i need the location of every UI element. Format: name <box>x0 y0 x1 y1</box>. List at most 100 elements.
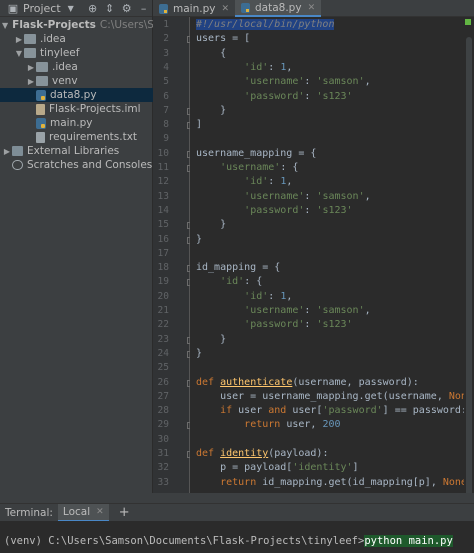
code-line: p = payload['identity'] <box>196 462 359 474</box>
line-number: 33 <box>157 476 169 488</box>
chevron-right-icon[interactable]: ▶ <box>2 147 12 156</box>
tree-item[interactable]: ▼ Flask-Projects C:\Users\Samson <box>0 18 189 32</box>
close-icon[interactable]: ✕ <box>308 3 316 13</box>
code-line: user = username_mapping.get(username, No… <box>196 390 474 402</box>
terminal-prompt: (venv) C:\Users\Samson\Documents\Flask-P… <box>4 535 365 547</box>
line-number-gutter: 1 2 3 4 5 6 7 8 9 10 11 12 13 14 15 16 17 18 19 20 21 22 23 24 2… <box>153 17 194 493</box>
line-number: 10 <box>157 147 169 159</box>
project-view-selector[interactable]: Project <box>23 2 61 15</box>
line-number: 14 <box>157 204 169 216</box>
tab-data8-py[interactable]: data8.py ✕ <box>235 0 322 17</box>
new-terminal-button[interactable]: + <box>119 505 130 520</box>
code-line: def authenticate(username, password): <box>196 376 419 388</box>
line-number: 12 <box>157 176 169 188</box>
tree-item-label: Flask-Projects.iml <box>49 103 141 115</box>
line-number: 25 <box>157 362 169 374</box>
code-line: ] <box>196 119 203 131</box>
tree-item-label: tinyleef <box>40 47 80 59</box>
dropdown-arrow-icon[interactable]: ▼ <box>64 1 78 15</box>
project-folder-icon: ▣ <box>7 1 19 15</box>
code-line: 'password': 's123' <box>244 90 353 102</box>
line-number: 11 <box>157 162 169 173</box>
folder-icon <box>36 76 48 86</box>
tab-label: data8.py <box>255 1 302 14</box>
line-number: 16 <box>157 233 169 245</box>
code-line: return user, 200 <box>244 419 341 431</box>
code-line: username_mapping = { <box>196 147 317 159</box>
tree-item-label: Scratches and Consoles <box>27 159 153 171</box>
chevron-down-icon[interactable]: ▼ <box>14 49 24 58</box>
chevron-down-icon[interactable]: ▼ <box>2 21 8 30</box>
code-line: 'username': { <box>220 162 299 173</box>
tree-item[interactable]: Flask-Projects.iml <box>0 102 153 116</box>
line-number: 15 <box>157 219 169 231</box>
tree-item[interactable]: ▶ .idea <box>0 32 153 46</box>
line-number: 32 <box>157 462 169 474</box>
library-icon <box>12 146 23 156</box>
inspection-ok-icon <box>465 19 471 25</box>
terminal-tab-local[interactable]: Local ✕ <box>57 503 109 522</box>
terminal-prompt-line: (venv) C:\Users\Samson\Documents\Flask-P… <box>4 535 453 547</box>
tree-item-label: data8.py <box>50 89 97 101</box>
terminal-header: Terminal: Local ✕ + <box>0 503 474 522</box>
python-file-icon <box>159 3 168 14</box>
tree-item-label: .idea <box>40 33 66 45</box>
locate-icon[interactable]: ⊕ <box>86 1 100 15</box>
line-number: 22 <box>157 319 169 331</box>
python-file-icon <box>36 117 46 129</box>
code-line: 'id': 1, <box>244 61 293 73</box>
code-line: def identity(payload): <box>196 448 329 459</box>
folder-icon <box>24 48 36 58</box>
terminal-output[interactable]: (venv) C:\Users\Samson\Documents\Flask-P… <box>0 521 474 553</box>
code-line: users = [ <box>196 33 251 45</box>
line-number: 6 <box>163 90 169 102</box>
line-number: 9 <box>163 133 169 145</box>
project-tool-window: ▣ Project ▼ ⊕ ⇕ ⚙ – ▼ Flask-Projects C:\Us… <box>0 0 189 493</box>
line-number: 21 <box>157 305 169 316</box>
close-icon[interactable]: ✕ <box>221 4 229 14</box>
line-number: 29 <box>157 419 169 431</box>
tree-item[interactable]: main.py <box>0 116 153 130</box>
module-file-icon <box>36 103 45 115</box>
scroll-thumb[interactable] <box>466 37 472 497</box>
tree-item[interactable]: ▼ tinyleef <box>0 46 153 60</box>
code-editor[interactable]: #!/usr/local/bin/python users = [ { 'id':… <box>190 17 474 493</box>
line-number: 5 <box>163 76 169 88</box>
editor-scrollbar[interactable] <box>464 17 474 497</box>
code-line: } <box>196 104 227 116</box>
chevron-right-icon[interactable]: ▶ <box>26 63 36 72</box>
code-line: 'username': 'samson', <box>244 190 371 202</box>
line-number: 20 <box>157 290 169 302</box>
line-number: 7 <box>163 104 169 116</box>
code-line: 'id': 1, <box>244 290 293 302</box>
editor-tabs: main.py ✕ data8.py ✕ <box>153 0 474 17</box>
terminal-label: Terminal: <box>5 506 53 519</box>
code-line: } <box>196 347 203 359</box>
code-line: #!/usr/local/bin/python <box>196 19 335 30</box>
chevron-right-icon[interactable]: ▶ <box>26 77 36 86</box>
scratches-icon <box>12 160 23 170</box>
line-number: 13 <box>157 190 169 202</box>
tree-item[interactable]: ▶ .idea <box>0 60 153 74</box>
tree-item-label: main.py <box>50 117 93 129</box>
line-number: 8 <box>163 119 169 131</box>
line-number: 2 <box>163 33 169 45</box>
tree-item-label: External Libraries <box>27 145 120 157</box>
hide-panel-icon[interactable]: – <box>137 1 151 15</box>
tree-item[interactable]: ▶ venv <box>0 74 153 88</box>
code-line: } <box>196 219 227 231</box>
tree-item[interactable]: Scratches and Consoles <box>0 158 153 172</box>
tree-item[interactable]: data8.py <box>0 88 153 102</box>
tree-item[interactable]: ▶ External Libraries <box>0 144 153 158</box>
settings-gear-icon[interactable]: ⚙ <box>120 1 134 15</box>
close-icon[interactable]: ✕ <box>96 507 104 517</box>
line-number: 23 <box>157 333 169 345</box>
code-line: 'username': 'samson', <box>244 305 371 316</box>
tab-main-py[interactable]: main.py ✕ <box>153 0 235 17</box>
code-line: 'username': 'samson', <box>244 76 371 88</box>
collapse-all-icon[interactable]: ⇕ <box>103 1 117 15</box>
chevron-right-icon[interactable]: ▶ <box>14 35 24 44</box>
tree-item[interactable]: requirements.txt <box>0 130 153 144</box>
line-number: 26 <box>157 376 169 388</box>
tree-item-label: Flask-Projects <box>12 19 96 31</box>
